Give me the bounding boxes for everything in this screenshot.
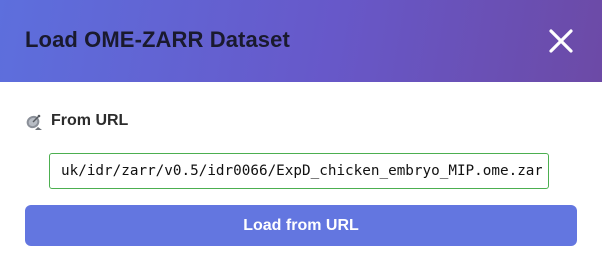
load-dataset-dialog: Load OME-ZARR Dataset From URL Load from… xyxy=(0,0,602,275)
load-from-url-button[interactable]: Load from URL xyxy=(25,205,577,246)
dialog-title: Load OME-ZARR Dataset xyxy=(25,27,290,52)
from-url-heading: From URL xyxy=(25,110,128,132)
url-input[interactable] xyxy=(49,153,549,189)
close-icon[interactable] xyxy=(545,25,577,57)
dialog-header: Load OME-ZARR Dataset xyxy=(0,0,602,82)
from-url-label: From URL xyxy=(51,112,129,129)
satellite-dish-icon xyxy=(25,111,45,131)
